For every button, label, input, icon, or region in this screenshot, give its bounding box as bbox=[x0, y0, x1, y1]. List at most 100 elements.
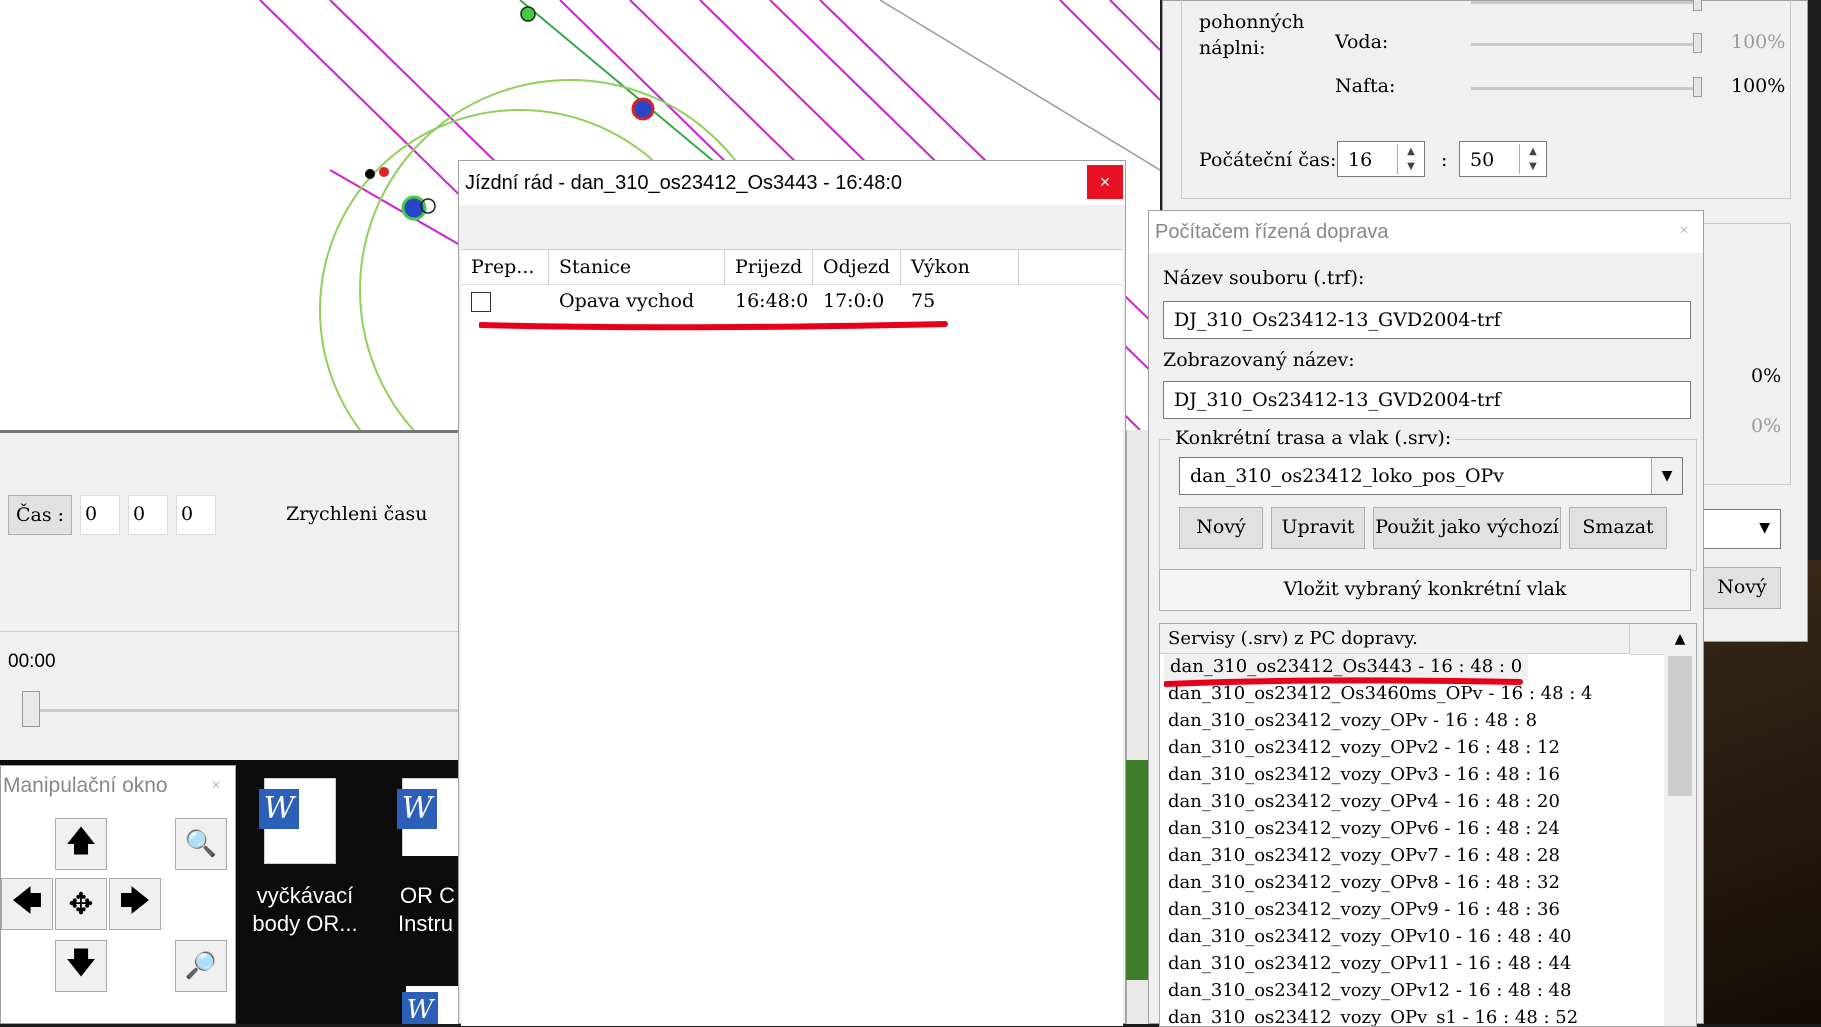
word-document-icon: W bbox=[397, 778, 460, 856]
zoom-out-icon: 🔎 bbox=[184, 951, 218, 981]
pan-center-button[interactable]: ✥ bbox=[55, 878, 107, 930]
behind-new-button[interactable]: Nový bbox=[1703, 567, 1781, 609]
start-minute-spinner[interactable]: 50 ▲ ▼ bbox=[1459, 141, 1547, 177]
start-time-label: Počáteční čas: bbox=[1199, 149, 1337, 171]
row-departure: 17:0:0 bbox=[823, 290, 885, 312]
zoom-out-button[interactable]: 🔎 bbox=[175, 940, 227, 992]
pan-down-button[interactable]: 🡇 bbox=[55, 940, 107, 992]
water-slider-track[interactable] bbox=[1471, 43, 1697, 46]
zoom-in-button[interactable]: 🔍 bbox=[175, 818, 227, 870]
pc-traffic-window: Počítačem řízená doprava × Název souboru… bbox=[1148, 210, 1704, 1027]
route-group-label: Konkrétní trasa a vlak (.srv): bbox=[1171, 427, 1456, 449]
col-header-prep[interactable]: Prep... bbox=[461, 250, 549, 284]
list-item[interactable]: dan_310_os23412_vozy_OPv10 - 16 : 48 : 4… bbox=[1168, 924, 1571, 950]
spin-arrows-icon[interactable]: ▲ ▼ bbox=[1397, 144, 1424, 174]
signal-marker bbox=[520, 6, 536, 22]
display-name-label: Zobrazovaný název: bbox=[1163, 349, 1355, 371]
desktop-icon-doc2[interactable]: W bbox=[392, 776, 460, 856]
manipulation-window: Manipulační okno × 🡅 🡄 ✥ 🡆 🡇 🔍 🔎 bbox=[0, 765, 236, 1024]
panel-divider bbox=[0, 631, 460, 632]
pan-right-button[interactable]: 🡆 bbox=[109, 878, 161, 930]
list-item[interactable]: dan_310_os23412_vozy_OPv - 16 : 48 : 8 bbox=[1168, 708, 1537, 734]
list-item[interactable]: dan_310_os23412_vozy_OPv6 - 16 : 48 : 24 bbox=[1168, 816, 1560, 842]
file-name-field[interactable]: DJ_310_Os23412-13_GVD2004-trf bbox=[1163, 301, 1691, 339]
start-time-colon: : bbox=[1441, 149, 1448, 171]
water-label: Voda: bbox=[1335, 31, 1389, 53]
timeline-track bbox=[28, 709, 460, 712]
desktop-icon-doc1-label-1: vyčkávací bbox=[256, 883, 354, 908]
node-marker bbox=[379, 167, 389, 177]
track-line bbox=[1059, 0, 1160, 101]
pc-traffic-title: Počítačem řízená doprava bbox=[1149, 211, 1703, 253]
pan-left-button[interactable]: 🡄 bbox=[1, 878, 53, 930]
services-list[interactable]: Servisy (.srv) z PC dopravy. ▲ dan_310_o… bbox=[1159, 623, 1697, 1027]
route-dropdown-value: dan_310_os23412_loko_pos_OPv bbox=[1190, 465, 1505, 487]
list-item[interactable]: dan_310_os23412_vozy_OPv8 - 16 : 48 : 32 bbox=[1168, 870, 1560, 896]
diesel-slider-thumb[interactable] bbox=[1693, 77, 1702, 97]
scroll-up-icon[interactable]: ▲ bbox=[1664, 624, 1696, 654]
fuel-label-1: pohonných bbox=[1199, 11, 1305, 33]
list-item[interactable]: dan_310_os23412_vozy_OPv3 - 16 : 48 : 16 bbox=[1168, 762, 1560, 788]
timetable-window: Jízdní rád - dan_310_os23412_Os3443 - 16… bbox=[458, 160, 1126, 1026]
desktop-icon-doc2-label-1: OR C bbox=[400, 883, 455, 908]
water-slider-thumb[interactable] bbox=[1693, 33, 1702, 53]
start-hour-spinner[interactable]: 16 ▲ ▼ bbox=[1337, 141, 1425, 177]
new-button[interactable]: Nový bbox=[1179, 507, 1263, 549]
list-item[interactable]: dan_310_os23412_vozy_OPv4 - 16 : 48 : 20 bbox=[1168, 789, 1560, 815]
list-item[interactable]: dan_310_os23412_vozy_OPv9 - 16 : 48 : 36 bbox=[1168, 897, 1560, 923]
delete-button[interactable]: Smazat bbox=[1569, 507, 1667, 549]
display-name-field[interactable]: DJ_310_Os23412-13_GVD2004-trf bbox=[1163, 381, 1691, 419]
timeline-thumb[interactable] bbox=[22, 691, 40, 727]
time-seconds-field[interactable]: 0 bbox=[176, 495, 216, 535]
diesel-slider-track[interactable] bbox=[1471, 87, 1697, 90]
track-line bbox=[329, 169, 461, 246]
move-icon: ✥ bbox=[68, 886, 94, 922]
list-item[interactable]: dan_310_os23412_vozy_OPv2 - 16 : 48 : 12 bbox=[1168, 735, 1560, 761]
pc-traffic-close-button[interactable]: × bbox=[1669, 217, 1699, 245]
pan-up-button[interactable]: 🡅 bbox=[55, 818, 107, 870]
desktop-icon-doc1[interactable]: W bbox=[254, 776, 346, 864]
col-header-arrival[interactable]: Prijezd bbox=[725, 250, 813, 284]
timetable-list: Prep... Stanice Prijezd Odjezd Výkon Opa… bbox=[461, 249, 1123, 1026]
services-header[interactable]: Servisy (.srv) z PC dopravy. bbox=[1160, 624, 1630, 654]
edit-button[interactable]: Upravit bbox=[1271, 507, 1365, 549]
row-arrival: 16:48:0 bbox=[735, 290, 809, 312]
oil-slider-track[interactable] bbox=[1471, 1, 1697, 4]
timeline-value: 00:00 bbox=[8, 651, 56, 672]
time-button[interactable]: Čas : bbox=[8, 495, 72, 535]
zoom-in-icon: 🔍 bbox=[184, 829, 218, 859]
row-station: Opava vychod bbox=[559, 290, 695, 312]
col-header-departure[interactable]: Odjezd bbox=[813, 250, 901, 284]
services-header-label: Servisy (.srv) z PC dopravy. bbox=[1168, 628, 1418, 649]
scroll-thumb[interactable] bbox=[1668, 656, 1692, 796]
col-header-power[interactable]: Výkon bbox=[901, 250, 1019, 284]
timetable-close-button[interactable]: × bbox=[1087, 165, 1123, 199]
services-header-blank bbox=[1630, 624, 1664, 655]
route-dropdown[interactable]: dan_310_os23412_loko_pos_OPv ▼ bbox=[1179, 457, 1683, 495]
time-minutes-field[interactable]: 0 bbox=[128, 495, 168, 535]
services-items: dan_310_os23412_Os3443 - 16 : 48 : 0 dan… bbox=[1160, 654, 1664, 1026]
desktop-icon-doc3[interactable]: W bbox=[396, 984, 460, 1024]
train-marker bbox=[631, 97, 655, 121]
highlight-underline bbox=[479, 321, 948, 331]
spin-arrows-icon[interactable]: ▲ ▼ bbox=[1519, 144, 1546, 174]
list-item[interactable]: dan_310_os23412_vozy_OPv11 - 16 : 48 : 4… bbox=[1168, 951, 1571, 977]
list-item[interactable]: dan_310_os23412_vozy_OPv12 - 16 : 48 : 4… bbox=[1168, 978, 1571, 1004]
manipulation-close-button[interactable]: × bbox=[201, 772, 231, 800]
list-item[interactable]: dan_310_os23412_vozy_OPv7 - 16 : 48 : 28 bbox=[1168, 843, 1560, 869]
time-hours-field[interactable]: 0 bbox=[80, 495, 120, 535]
timetable-title: Jízdní rád - dan_310_os23412_Os3443 - 16… bbox=[459, 161, 1125, 205]
row-checkbox[interactable] bbox=[471, 292, 491, 312]
speed-label: Zrychleni času bbox=[286, 503, 428, 525]
insert-train-button[interactable]: Vložit vybraný konkrétní vlak bbox=[1159, 569, 1691, 611]
use-default-button[interactable]: Použit jako výchozí bbox=[1373, 507, 1561, 549]
word-document-icon: W bbox=[402, 986, 460, 1024]
arrow-up-icon: 🡅 bbox=[65, 823, 97, 859]
table-row[interactable]: Opava vychod 16:48:0 17:0:0 75 bbox=[461, 286, 1123, 320]
behind-dropdown[interactable]: ▼ bbox=[1703, 509, 1781, 549]
col-header-station[interactable]: Stanice bbox=[549, 250, 725, 284]
manipulation-window-title: Manipulační okno bbox=[1, 766, 235, 806]
services-scrollbar[interactable]: ▲ bbox=[1664, 624, 1696, 1026]
fuel-label-2: náplni: bbox=[1199, 37, 1266, 59]
oil-slider-thumb[interactable] bbox=[1693, 0, 1702, 11]
